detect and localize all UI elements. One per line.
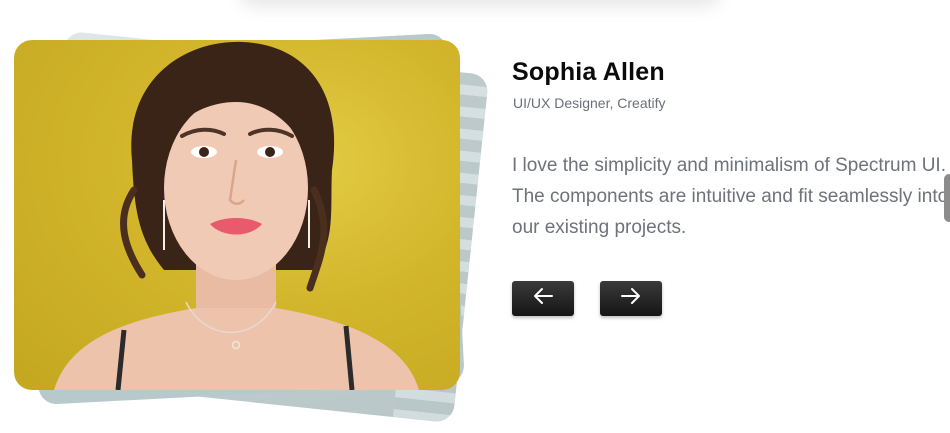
arrow-right-icon — [620, 287, 642, 310]
testimonial-author-role: UI/UX Designer, Creatify — [513, 95, 666, 111]
testimonial-photo — [14, 40, 460, 390]
testimonial-quote: I love the simplicity and minimalism of … — [512, 155, 949, 238]
testimonial-photo-stack — [0, 0, 500, 433]
portrait-illustration — [54, 41, 419, 390]
arrow-left-icon — [532, 287, 554, 310]
scrollbar-handle[interactable] — [944, 174, 950, 222]
next-testimonial-button[interactable] — [600, 281, 662, 316]
testimonial-author-name: Sophia Allen — [512, 58, 665, 86]
previous-testimonial-button[interactable] — [512, 281, 574, 316]
